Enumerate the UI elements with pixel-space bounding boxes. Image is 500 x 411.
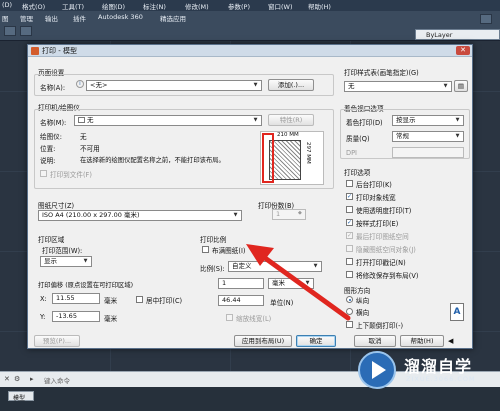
watermark-domain: ZIXUE.3066.COM	[406, 375, 476, 383]
watermark: 溜溜自学 ZIXUE.3066.COM	[352, 343, 500, 397]
watermark-brand: 溜溜自学	[404, 357, 473, 376]
watermark-logo-icon	[358, 351, 396, 389]
arrow-shaft	[262, 255, 351, 321]
